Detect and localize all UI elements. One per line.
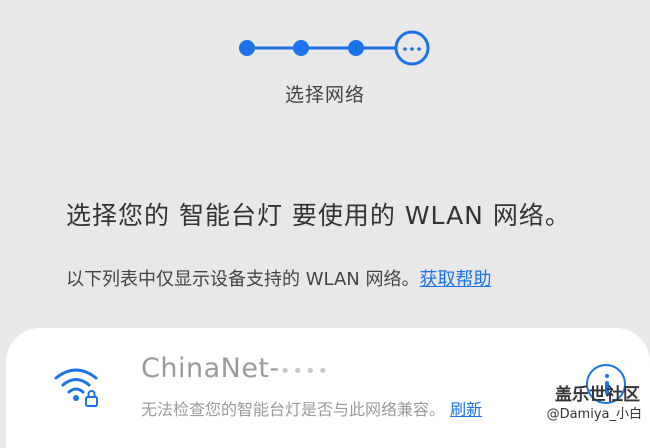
network-list-hint-text: 以下列表中仅显示设备支持的 WLAN 网络。 xyxy=(66,269,420,290)
network-list-hint: 以下列表中仅显示设备支持的 WLAN 网络。获取帮助 xyxy=(66,265,491,291)
step-2-dot xyxy=(293,40,309,56)
network-status-text: 无法检查您的智能台灯是否与此网络兼容。 xyxy=(141,400,446,419)
step-label: 选择网络 xyxy=(284,84,365,106)
network-ssid: ChinaNet-•••• xyxy=(141,353,330,384)
network-item[interactable]: ChinaNet-•••• 无法检查您的智能台灯是否与此网络兼容。 刷新 xyxy=(6,328,650,448)
network-status: 无法检查您的智能台灯是否与此网络兼容。 刷新 xyxy=(141,396,482,420)
wifi-lock-icon xyxy=(54,364,102,408)
refresh-link[interactable]: 刷新 xyxy=(450,400,482,419)
watermark-brand: 盖乐世社区 xyxy=(555,385,640,405)
help-link[interactable]: 获取帮助 xyxy=(419,269,491,290)
info-icon-dot xyxy=(605,374,609,378)
network-ssid-text: ChinaNet- xyxy=(141,353,280,384)
step-1-dot xyxy=(239,40,255,56)
setup-stepper xyxy=(0,0,650,80)
step-3-dot xyxy=(348,40,364,56)
page-heading: 选择您的 智能台灯 要使用的 WLAN 网络。 xyxy=(66,201,571,230)
network-ssid-masked: •••• xyxy=(279,361,331,382)
watermark-user: @Damiya_小白 xyxy=(546,407,642,422)
